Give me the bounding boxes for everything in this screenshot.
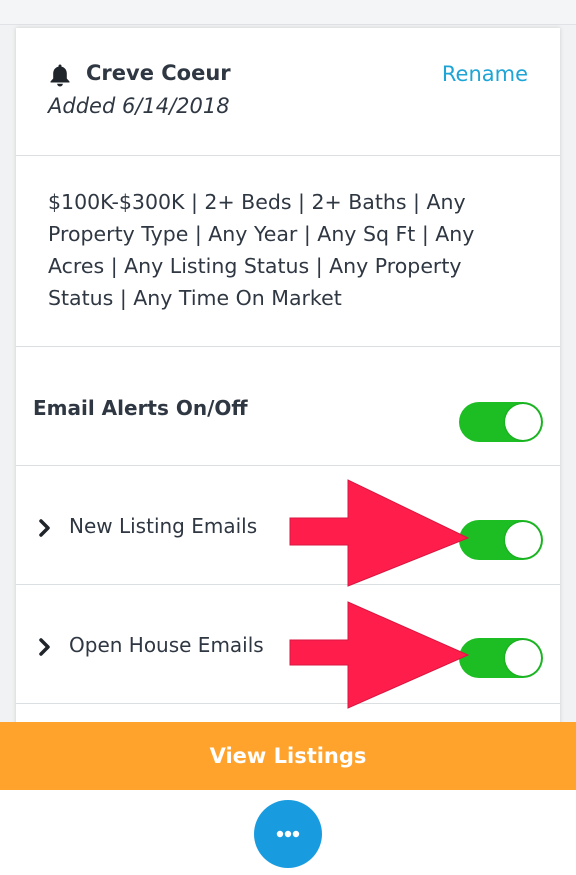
new-listing-emails-toggle[interactable] — [459, 520, 543, 560]
email-alerts-label: Email Alerts On/Off — [33, 396, 248, 420]
saved-search-card: Creve Coeur Added 6/14/2018 Rename $100K… — [16, 28, 560, 728]
bottom-footer — [0, 790, 576, 875]
open-house-emails-label: Open House Emails — [69, 633, 264, 657]
email-alerts-row: Email Alerts On/Off — [16, 347, 560, 466]
added-date: Added 6/14/2018 — [48, 94, 230, 118]
open-house-emails-row[interactable]: Open House Emails — [16, 585, 560, 704]
bell-icon — [49, 63, 71, 87]
search-criteria-text: $100K-$300K | 2+ Beds | 2+ Baths | Any P… — [48, 190, 475, 310]
more-dots-icon — [276, 830, 300, 838]
open-house-emails-toggle[interactable] — [459, 638, 543, 678]
search-criteria-section: $100K-$300K | 2+ Beds | 2+ Baths | Any P… — [16, 156, 560, 347]
email-alerts-toggle[interactable] — [459, 402, 543, 442]
toggle-knob — [505, 522, 541, 558]
top-bar — [0, 0, 576, 25]
rename-link[interactable]: Rename — [442, 62, 528, 86]
toggle-knob — [505, 404, 541, 440]
chevron-right-icon[interactable] — [38, 518, 52, 538]
more-options-button[interactable] — [254, 800, 322, 868]
chevron-right-icon[interactable] — [38, 637, 52, 657]
new-listing-emails-row[interactable]: New Listing Emails — [16, 466, 560, 585]
new-listing-emails-label: New Listing Emails — [69, 514, 258, 538]
toggle-knob — [505, 640, 541, 676]
view-listings-button[interactable]: View Listings — [0, 722, 576, 790]
saved-search-header: Creve Coeur Added 6/14/2018 Rename — [16, 28, 560, 156]
saved-search-title: Creve Coeur — [86, 61, 231, 85]
